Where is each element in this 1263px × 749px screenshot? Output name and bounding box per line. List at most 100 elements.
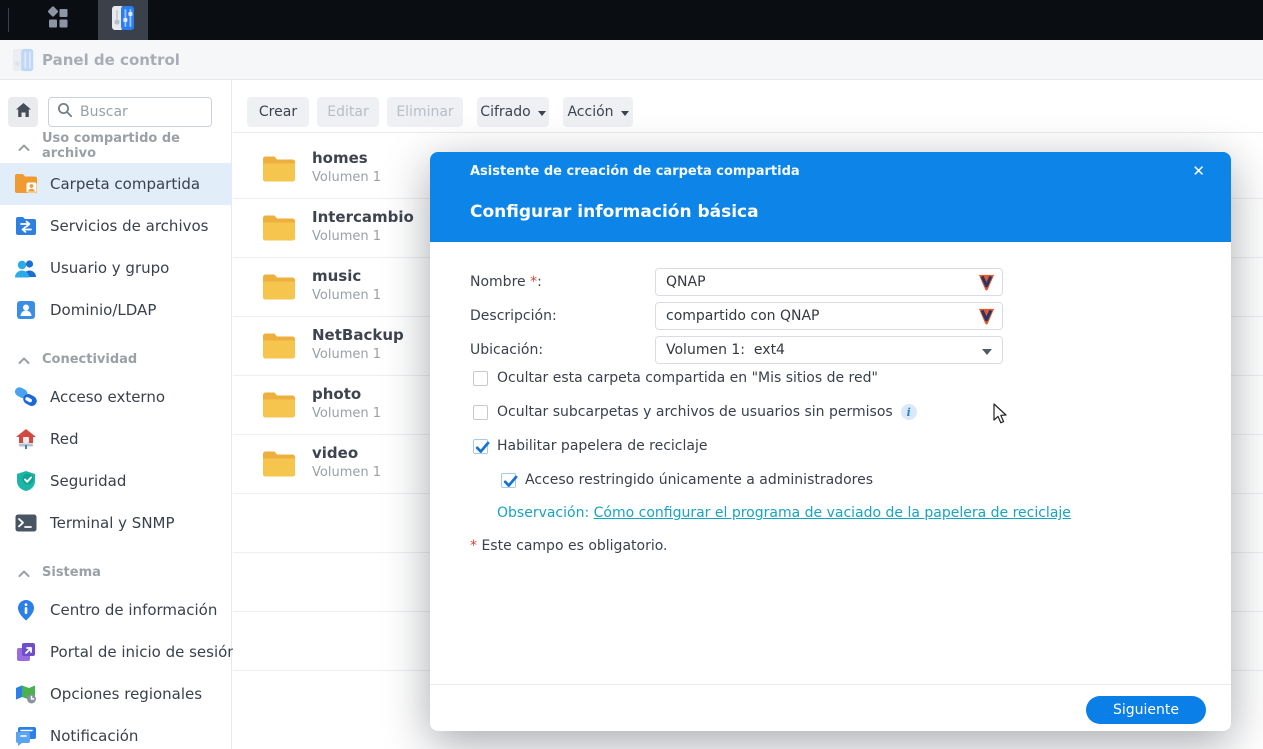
- sidebar-item-file-services[interactable]: Servicios de archivos: [0, 205, 232, 247]
- notification-icon: [14, 724, 38, 748]
- sidebar-item-label: Dominio/LDAP: [50, 301, 156, 319]
- close-icon[interactable]: ✕: [1188, 160, 1209, 182]
- folder-name: photo: [312, 385, 361, 403]
- required-field-note: * Este campo es obligatorio.: [470, 538, 668, 554]
- domain-ldap-icon: [14, 298, 38, 322]
- section-system[interactable]: Sistema: [0, 564, 232, 580]
- section-file-sharing[interactable]: Uso compartido de archivo: [0, 138, 232, 154]
- user-group-icon: [14, 256, 38, 280]
- dialog-titlebar-text: Asistente de creación de carpeta compart…: [470, 164, 800, 179]
- recycle-bin-checkbox-row: Habilitar papelera de reciclaje: [473, 438, 707, 454]
- description-input[interactable]: compartido con QNAP: [655, 302, 1003, 330]
- chevron-up-icon: [18, 137, 30, 156]
- folder-volume: Volumen 1: [312, 229, 381, 244]
- taskbar-separator: [8, 8, 9, 32]
- checkbox-unchecked[interactable]: [473, 371, 488, 386]
- folder-name: NetBackup: [312, 326, 404, 344]
- sidebar-item-label: Opciones regionales: [50, 685, 202, 703]
- sidebar-item-external-access[interactable]: Acceso externo: [0, 376, 232, 418]
- note-label: Observación:: [497, 505, 589, 521]
- create-button[interactable]: Crear: [247, 97, 309, 127]
- sidebar-item-label: Notificación: [50, 727, 138, 745]
- folder-icon: [262, 214, 296, 246]
- recycle-bin-help-link[interactable]: Cómo configurar el programa de vaciado d…: [594, 505, 1071, 521]
- sidebar-item-label: Centro de información: [50, 601, 217, 619]
- dialog-heading: Configurar información básica: [470, 202, 759, 222]
- home-button[interactable]: [8, 97, 38, 127]
- sidebar-item-login-portal[interactable]: Portal de inicio de sesión: [0, 631, 232, 673]
- sidebar-item-label: Seguridad: [50, 472, 126, 490]
- toolbar-divider: [233, 132, 1263, 133]
- folder-volume: Volumen 1: [312, 347, 381, 362]
- form-filler-extension-icon[interactable]: [977, 307, 996, 330]
- network-icon: [14, 427, 38, 451]
- regional-options-icon: [14, 682, 38, 706]
- shared-folder-wizard-dialog: Asistente de creación de carpeta compart…: [430, 152, 1231, 731]
- shared-folder-icon: [14, 172, 38, 196]
- edit-button[interactable]: Editar: [317, 97, 379, 127]
- sidebar-item-label: Acceso externo: [50, 388, 165, 406]
- page-title: Panel de control: [42, 51, 180, 69]
- control-panel-faded-icon: [10, 47, 36, 77]
- sidebar-item-notification[interactable]: Notificación: [0, 715, 232, 749]
- section-label: Conectividad: [42, 352, 137, 367]
- sidebar-item-label: Servicios de archivos: [50, 217, 208, 235]
- checkbox-checked[interactable]: [473, 439, 488, 454]
- sidebar-item-user-group[interactable]: Usuario y grupo: [0, 247, 232, 289]
- folder-volume: Volumen 1: [312, 170, 381, 185]
- folder-icon: [262, 450, 296, 482]
- action-dropdown-button[interactable]: Acción: [563, 97, 633, 127]
- sidebar-item-label: Red: [50, 430, 79, 448]
- folder-volume: Volumen 1: [312, 288, 381, 303]
- sidebar-item-network[interactable]: Red: [0, 418, 232, 460]
- sidebar-item-shared-folder[interactable]: Carpeta compartida: [0, 163, 232, 205]
- main-menu-button[interactable]: [34, 0, 82, 40]
- sidebar-item-label: Portal de inicio de sesión: [50, 643, 237, 661]
- dialog-header: Asistente de creación de carpeta compart…: [430, 152, 1231, 242]
- info-center-icon: [14, 598, 38, 622]
- hide-shared-folder-checkbox-row: Ocultar esta carpeta compartida en "Mis …: [473, 370, 878, 386]
- caret-down-icon: [538, 111, 546, 116]
- folder-name: Intercambio: [312, 208, 414, 226]
- sidebar-item-domain-ldap[interactable]: Dominio/LDAP: [0, 289, 232, 331]
- dialog-footer-divider: [430, 684, 1231, 685]
- sidebar-item-terminal-snmp[interactable]: Terminal y SNMP: [0, 502, 232, 544]
- chevron-up-icon: [18, 350, 30, 369]
- section-label: Sistema: [42, 565, 101, 580]
- folder-icon: [262, 332, 296, 364]
- admin-only-checkbox-row: Acceso restringido únicamente a administ…: [501, 472, 873, 488]
- note-row: Observación: Cómo configurar el programa…: [497, 505, 1071, 521]
- caret-down-icon: [982, 349, 992, 355]
- caret-down-icon: [621, 111, 629, 116]
- home-icon: [15, 102, 32, 122]
- folder-name: music: [312, 267, 361, 285]
- sidebar-item-info-center[interactable]: Centro de información: [0, 589, 232, 631]
- folder-icon: [262, 391, 296, 423]
- folder-icon: [262, 273, 296, 305]
- login-portal-icon: [14, 640, 38, 664]
- folder-name: video: [312, 444, 358, 462]
- section-connectivity[interactable]: Conectividad: [0, 351, 232, 367]
- control-panel-icon: [109, 4, 137, 36]
- search-input[interactable]: [80, 104, 190, 120]
- sidebar-item-label: Carpeta compartida: [50, 175, 200, 193]
- description-field-label: Descripción:: [470, 308, 557, 324]
- folder-volume: Volumen 1: [312, 465, 381, 480]
- name-input[interactable]: QNAP: [655, 268, 1003, 296]
- sidebar-item-label: Usuario y grupo: [50, 259, 169, 277]
- checkbox-checked[interactable]: [501, 473, 516, 488]
- search-box[interactable]: [48, 97, 212, 127]
- search-icon: [57, 102, 73, 122]
- next-button[interactable]: Siguiente: [1086, 696, 1206, 724]
- info-icon[interactable]: i: [901, 404, 917, 420]
- security-icon: [14, 469, 38, 493]
- sidebar-item-regional-options[interactable]: Opciones regionales: [0, 673, 232, 715]
- form-filler-extension-icon[interactable]: [977, 273, 996, 296]
- delete-button[interactable]: Eliminar: [387, 97, 463, 127]
- checkbox-unchecked[interactable]: [473, 405, 488, 420]
- encryption-dropdown-button[interactable]: Cifrado: [477, 97, 549, 127]
- taskbar-control-panel-button[interactable]: [98, 0, 148, 40]
- location-field-label: Ubicación:: [470, 342, 543, 358]
- location-select[interactable]: Volumen 1: ext4: [655, 336, 1003, 364]
- sidebar-item-security[interactable]: Seguridad: [0, 460, 232, 502]
